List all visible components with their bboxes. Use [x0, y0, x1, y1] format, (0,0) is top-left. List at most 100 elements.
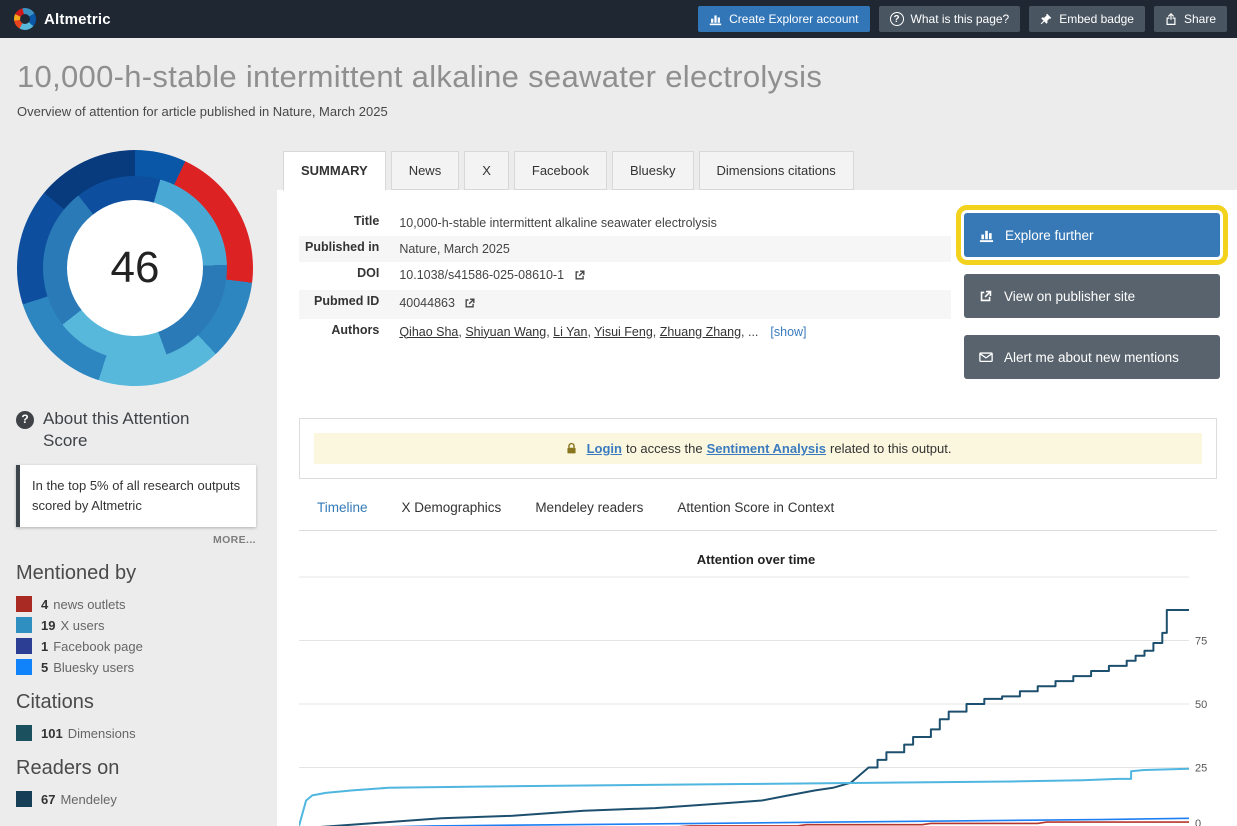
- readers-list: 67 Mendeley: [16, 791, 261, 807]
- page-header: 10,000-h-stable intermittent alkaline se…: [17, 58, 917, 119]
- explore-further-label: Explore further: [1005, 228, 1094, 243]
- news-swatch: [16, 596, 32, 612]
- table-row-pubmed: Pubmed ID 40044863: [299, 290, 951, 318]
- table-row-title: Title 10,000-h-stable intermittent alkal…: [299, 210, 951, 236]
- doi-link[interactable]: 10.1038/s41586-025-08610-1: [399, 268, 564, 282]
- authors-value: Qihao Sha, Shiyuan Wang, Li Yan, Yisui F…: [391, 319, 951, 345]
- about-attention-score-link[interactable]: ? About this Attention Score: [16, 408, 231, 452]
- external-link-icon: [979, 289, 993, 303]
- share-button[interactable]: Share: [1154, 6, 1227, 32]
- svg-text:75: 75: [1195, 636, 1207, 648]
- author-link[interactable]: Li Yan: [553, 325, 587, 339]
- sentiment-login-panel: Login to access the Sentiment Analysis r…: [299, 418, 1217, 479]
- tab-x[interactable]: X: [464, 151, 509, 190]
- chart-title: Attention over time: [299, 552, 1213, 567]
- tab-summary[interactable]: SUMMARY: [283, 151, 386, 191]
- create-explorer-account-button[interactable]: Create Explorer account: [698, 6, 869, 32]
- alert-new-mentions-label: Alert me about new mentions: [1004, 350, 1179, 365]
- readers-heading: Readers on: [16, 757, 261, 780]
- tab-bluesky[interactable]: Bluesky: [612, 151, 694, 190]
- author-link[interactable]: Shiyuan Wang: [465, 325, 546, 339]
- altmetric-home-link[interactable]: Altmetric: [10, 8, 111, 30]
- external-link-icon[interactable]: [464, 298, 476, 312]
- altmetric-article-page: Altmetric Create Explorer account ? What…: [0, 0, 1237, 826]
- chart-subtabs: Timeline X Demographics Mendeley readers…: [299, 500, 1217, 531]
- brand-name: Altmetric: [44, 11, 111, 28]
- question-icon: ?: [16, 411, 34, 429]
- bluesky-swatch: [16, 659, 32, 675]
- table-row-published: Published in Nature, March 2025: [299, 236, 951, 262]
- alert-new-mentions-button[interactable]: Alert me about new mentions: [964, 335, 1220, 379]
- mentioned-by-heading: Mentioned by: [16, 562, 261, 585]
- published-value: Nature, March 2025: [391, 236, 951, 262]
- news-label: news outlets: [53, 597, 125, 612]
- mention-item-x-users: 19 X users: [16, 617, 261, 633]
- bar-chart-icon: [979, 228, 994, 243]
- more-link[interactable]: MORE...: [16, 534, 256, 546]
- action-buttons: Explore further View on publisher site A…: [964, 210, 1220, 379]
- what-is-this-page-button[interactable]: ? What is this page?: [879, 6, 1021, 32]
- tab-news[interactable]: News: [391, 151, 460, 190]
- subtab-mendeley-readers[interactable]: Mendeley readers: [535, 500, 643, 515]
- view-on-publisher-site-label: View on publisher site: [1004, 289, 1135, 304]
- dimensions-swatch: [16, 725, 32, 741]
- show-authors-link[interactable]: [show]: [770, 325, 806, 339]
- facebook-swatch: [16, 638, 32, 654]
- subtab-x-demographics[interactable]: X Demographics: [402, 500, 502, 515]
- published-label: Published in: [299, 236, 391, 262]
- external-link-icon[interactable]: [574, 270, 586, 284]
- tab-dimensions-citations[interactable]: Dimensions citations: [699, 151, 854, 190]
- question-icon: ?: [890, 12, 904, 26]
- attention-score: 46: [67, 200, 203, 336]
- subtab-timeline[interactable]: Timeline: [317, 500, 368, 515]
- lock-icon: [565, 442, 578, 455]
- navbar-actions: Create Explorer account ? What is this p…: [698, 6, 1227, 32]
- svg-text:25: 25: [1195, 763, 1207, 775]
- citation-item-dimensions: 101 Dimensions: [16, 725, 261, 741]
- author-link[interactable]: Zhuang Zhang: [660, 325, 741, 339]
- dimensions-label: Dimensions: [68, 726, 136, 741]
- bar-chart-icon: [709, 13, 722, 26]
- title-label: Title: [299, 210, 391, 236]
- reader-item-mendeley: 67 Mendeley: [16, 791, 261, 807]
- share-label: Share: [1184, 12, 1216, 26]
- pubmed-value: 40044863: [391, 290, 951, 318]
- mendeley-label: Mendeley: [60, 792, 116, 807]
- pin-icon: [1040, 13, 1052, 25]
- top-navbar: Altmetric Create Explorer account ? What…: [0, 0, 1237, 38]
- embed-badge-label: Embed badge: [1059, 12, 1134, 26]
- view-on-publisher-site-button[interactable]: View on publisher site: [964, 274, 1220, 318]
- facebook-count: 1: [41, 639, 48, 654]
- news-count: 4: [41, 597, 48, 612]
- x-users-label: X users: [60, 618, 104, 633]
- login-link[interactable]: Login: [587, 441, 622, 456]
- page-subtitle: Overview of attention for article publis…: [17, 104, 917, 119]
- envelope-icon: [979, 350, 993, 364]
- svg-text:0: 0: [1195, 818, 1201, 826]
- doi-label: DOI: [299, 262, 391, 290]
- pubmed-link[interactable]: 40044863: [399, 296, 455, 310]
- login-notice-text-end: related to this output.: [830, 441, 951, 456]
- mention-item-bluesky-users: 5 Bluesky users: [16, 659, 261, 675]
- tab-facebook[interactable]: Facebook: [514, 151, 607, 190]
- summary-panel: Title 10,000-h-stable intermittent alkal…: [277, 190, 1237, 826]
- mentioned-by-list: 4 news outlets 19 X users 1 Facebook pag…: [16, 596, 261, 675]
- table-row-doi: DOI 10.1038/s41586-025-08610-1: [299, 262, 951, 290]
- score-context-callout: In the top 5% of all research outputs sc…: [16, 465, 256, 527]
- explore-further-button[interactable]: Explore further: [964, 213, 1220, 257]
- share-icon: [1165, 13, 1177, 25]
- about-attention-score-label: About this Attention Score: [43, 408, 231, 452]
- mention-item-facebook-page: 1 Facebook page: [16, 638, 261, 654]
- pubmed-label: Pubmed ID: [299, 290, 391, 318]
- subtab-attention-score-in-context[interactable]: Attention Score in Context: [677, 500, 834, 515]
- embed-badge-button[interactable]: Embed badge: [1029, 6, 1145, 32]
- author-link[interactable]: Qihao Sha: [399, 325, 458, 339]
- citations-heading: Citations: [16, 691, 261, 714]
- tab-bar: SUMMARY News X Facebook Bluesky Dimensio…: [283, 151, 859, 190]
- series-x-mentions: [299, 769, 1189, 826]
- author-link[interactable]: Yisui Feng: [594, 325, 653, 339]
- title-value: 10,000-h-stable intermittent alkaline se…: [391, 210, 951, 236]
- altmetric-donut-badge: 46: [17, 150, 253, 386]
- sentiment-analysis-link[interactable]: Sentiment Analysis: [707, 441, 826, 456]
- mendeley-count: 67: [41, 792, 55, 807]
